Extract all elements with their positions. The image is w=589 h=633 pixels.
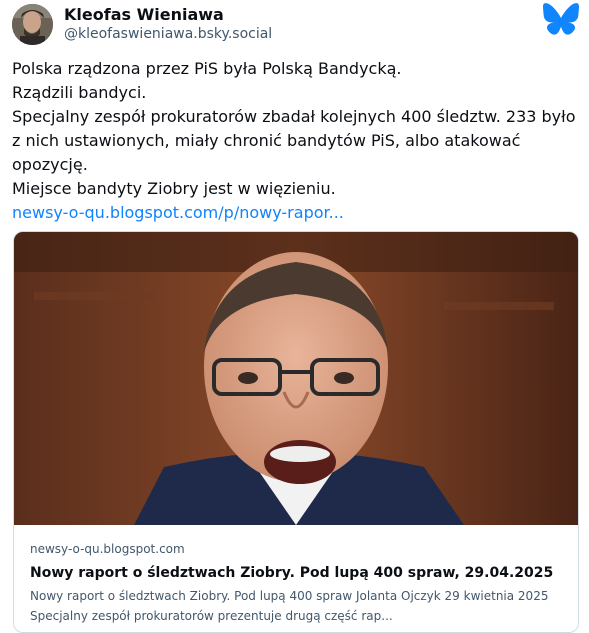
post: Kleofas Wieniawa @kleofaswieniawa.bsky.s…	[0, 0, 589, 633]
link-preview-meta: newsy-o-qu.blogspot.com Nowy raport o śl…	[30, 541, 570, 626]
post-text-line: Specjalny zespół prokuratorów zbadał kol…	[12, 107, 576, 126]
post-body: Polska rządzona przez PiS była Polską Ba…	[12, 57, 582, 225]
post-text-line: z nich ustawionych, miały chronić bandyt…	[12, 131, 521, 150]
post-text-line: Miejsce bandyty Ziobry jest w więzieniu.	[12, 179, 336, 198]
avatar[interactable]	[12, 4, 53, 45]
post-text-line: Rządzili bandyci.	[12, 83, 147, 102]
bluesky-butterfly-icon[interactable]	[543, 3, 579, 35]
post-text-line: opozycję.	[12, 155, 88, 174]
link-preview-description-line: Nowy raport o śledztwach Ziobry. Pod lup…	[30, 589, 549, 603]
link-preview-title: Nowy raport o śledztwach Ziobry. Pod lup…	[30, 565, 554, 581]
link-preview-description: Nowy raport o śledztwach Ziobry. Pod lup…	[30, 586, 570, 626]
link-preview-image	[14, 232, 578, 525]
author-handle[interactable]: @kleofaswieniawa.bsky.social	[64, 26, 272, 42]
link-preview-card[interactable]: newsy-o-qu.blogspot.com Nowy raport o śl…	[13, 231, 579, 633]
link-preview-domain: newsy-o-qu.blogspot.com	[30, 542, 185, 556]
post-text-line: Polska rządzona przez PiS była Polską Ba…	[12, 59, 402, 78]
author-display-name[interactable]: Kleofas Wieniawa	[64, 5, 224, 24]
post-link[interactable]: newsy-o-qu.blogspot.com/p/nowy-rapor...	[12, 201, 582, 225]
link-preview-description-line: Specjalny zespół prokuratorów prezentuje…	[30, 609, 393, 623]
